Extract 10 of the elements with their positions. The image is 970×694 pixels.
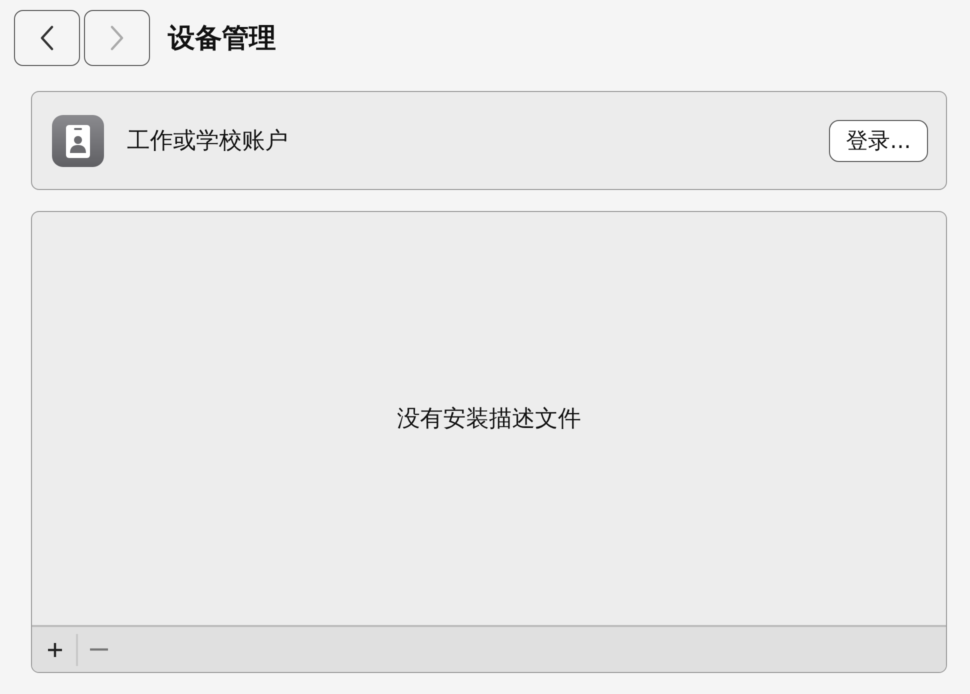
remove-icon <box>90 648 108 651</box>
page-title: 设备管理 <box>168 22 276 56</box>
forward-icon <box>110 25 124 51</box>
account-label: 工作或学校账户 <box>127 127 289 156</box>
empty-message: 没有安装描述文件 <box>397 405 581 434</box>
back-icon <box>40 25 54 51</box>
login-button[interactable]: 登录... <box>829 120 928 162</box>
back-button[interactable] <box>14 10 80 66</box>
add-icon <box>46 640 64 658</box>
id-badge-icon <box>52 114 104 166</box>
